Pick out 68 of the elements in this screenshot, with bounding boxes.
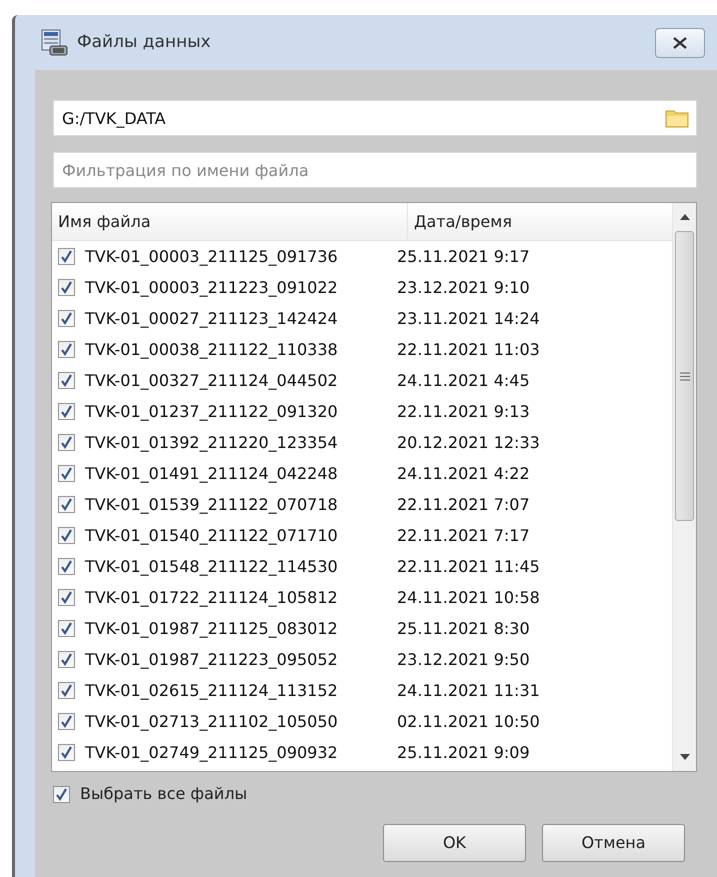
file-datetime: 23.12.2021 9:50	[397, 648, 530, 670]
app-icon	[39, 28, 69, 58]
file-name: TVK-01_00038_211122_110338	[85, 338, 339, 361]
file-datetime: 24.11.2021 4:22	[397, 462, 530, 484]
ok-button[interactable]: OK	[383, 824, 526, 862]
file-name: TVK-01_01722_211124_105812	[85, 586, 339, 609]
file-datetime: 22.11.2021 11:03	[397, 338, 540, 360]
select-all-label: Выбрать все файлы	[80, 783, 248, 805]
file-name: TVK-01_01237_211122_091320	[85, 400, 339, 423]
checkbox[interactable]	[58, 434, 75, 451]
checkbox[interactable]	[58, 682, 75, 699]
file-name: TVK-01_00003_211223_091022	[85, 276, 339, 299]
file-datetime: 23.12.2021 9:10	[397, 276, 530, 298]
scroll-down-icon[interactable]	[680, 754, 690, 760]
file-datetime: 25.11.2021 9:09	[397, 742, 530, 764]
file-name: TVK-01_02749_211125_090932	[85, 742, 339, 764]
file-name: TVK-01_00003_211125_091736	[85, 246, 339, 268]
file-name: TVK-01_01987_211223_095052	[85, 648, 339, 671]
column-header[interactable]: Имя файла	[52, 203, 408, 240]
file-name: TVK-01_01540_211122_071710	[85, 524, 339, 547]
file-datetime: 02.11.2021 10:50	[397, 710, 540, 732]
checkbox[interactable]	[58, 527, 75, 544]
file-datetime: 22.11.2021 7:17	[397, 524, 530, 546]
checkbox[interactable]	[58, 713, 75, 730]
cancel-button[interactable]: Отмена	[542, 824, 685, 862]
file-datetime: 24.11.2021 4:45	[397, 370, 530, 392]
file-name: TVK-01_01491_211124_042248	[85, 462, 339, 485]
checkbox[interactable]	[58, 558, 75, 575]
checkbox[interactable]	[58, 651, 75, 668]
checkbox[interactable]	[53, 786, 70, 802]
checkbox[interactable]	[58, 248, 75, 265]
checkbox[interactable]	[58, 403, 75, 420]
file-name: TVK-01_02713_211102_105050	[85, 710, 339, 733]
grip-icon	[680, 372, 690, 380]
checkbox[interactable]	[58, 589, 75, 606]
file-datetime: 22.11.2021 11:45	[397, 556, 540, 578]
close-icon	[672, 36, 688, 48]
file-name: TVK-01_00327_211124_044502	[85, 370, 339, 392]
file-name: TVK-01_01539_211122_070718	[85, 494, 339, 516]
checkbox[interactable]	[58, 341, 75, 358]
checkbox[interactable]	[58, 372, 75, 389]
file-datetime: 25.11.2021 9:17	[397, 246, 530, 268]
file-name: TVK-01_01548_211122_114530	[85, 556, 339, 578]
file-datetime: 24.11.2021 10:58	[397, 586, 540, 608]
file-name: TVK-01_01987_211125_083012	[85, 618, 339, 640]
window-title: Файлы данных	[77, 30, 212, 54]
scrollbar[interactable]	[672, 203, 696, 771]
file-datetime: 24.11.2021 11:31	[397, 680, 540, 702]
column-header[interactable]: Дата/время	[408, 203, 518, 240]
scroll-up-icon[interactable]	[680, 214, 690, 220]
checkbox[interactable]	[58, 279, 75, 296]
file-datetime: 22.11.2021 9:13	[397, 400, 530, 422]
file-datetime: 22.11.2021 7:07	[397, 494, 530, 516]
file-datetime: 25.11.2021 8:30	[397, 618, 530, 640]
checkbox[interactable]	[58, 620, 75, 637]
close-button[interactable]	[655, 28, 705, 58]
checkbox[interactable]	[58, 744, 75, 761]
checkbox[interactable]	[58, 310, 75, 327]
file-name: TVK-01_00027_211123_142424	[85, 308, 339, 330]
scroll-thumb[interactable]	[675, 231, 694, 521]
file-name: TVK-01_01392_211220_123354	[85, 432, 339, 454]
file-name: TVK-01_02615_211124_113152	[85, 680, 339, 702]
checkbox[interactable]	[58, 465, 75, 482]
path-field[interactable]: G:/TVK_DATA	[53, 100, 697, 136]
file-datetime: 20.12.2021 12:33	[397, 432, 540, 454]
checkbox[interactable]	[58, 496, 75, 513]
file-datetime: 23.11.2021 14:24	[397, 308, 540, 330]
filter-field[interactable]: Фильтрация по имени файла	[53, 152, 697, 188]
